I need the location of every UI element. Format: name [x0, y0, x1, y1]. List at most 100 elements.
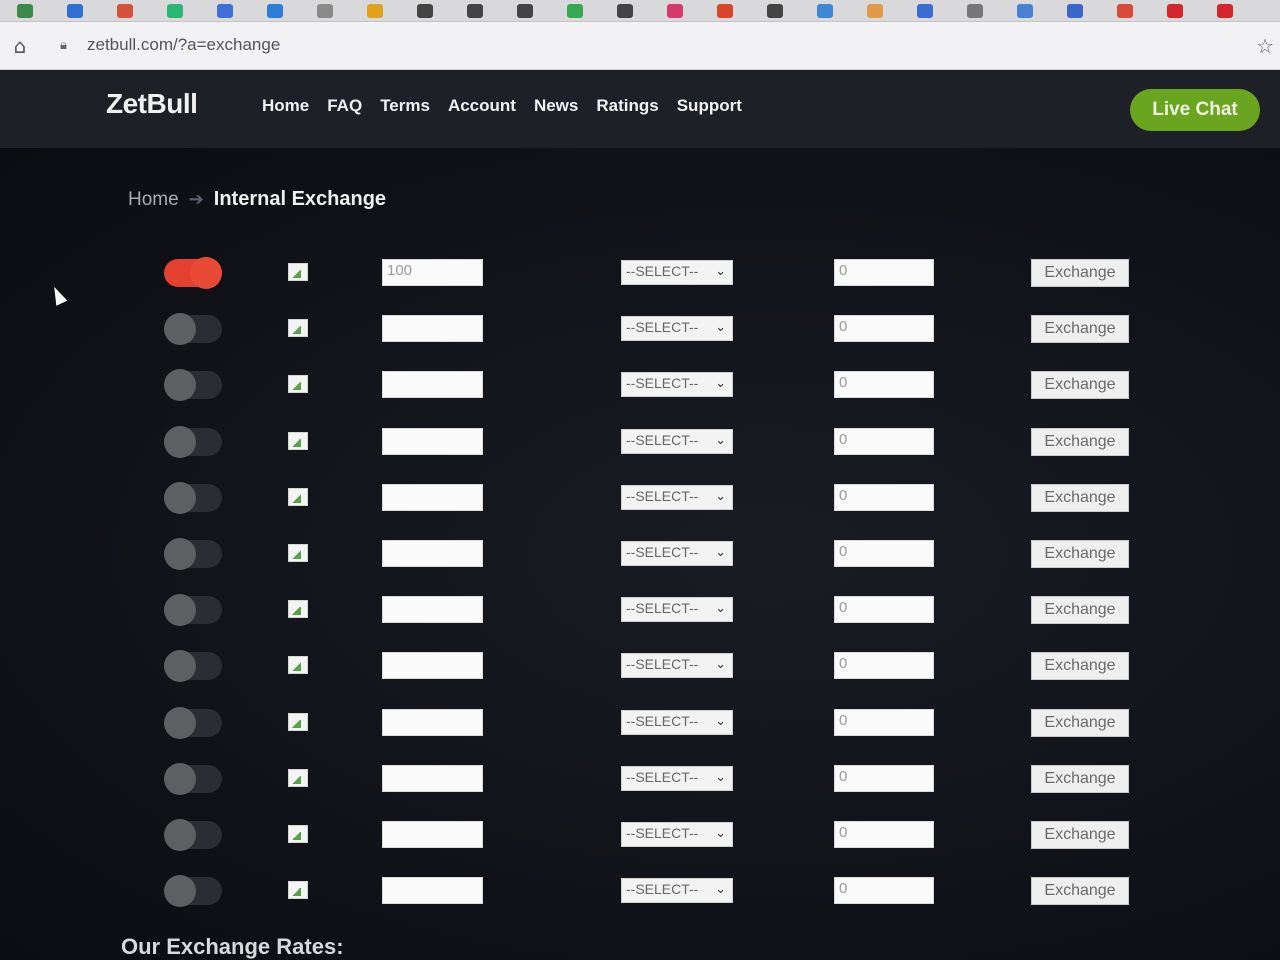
currency-select[interactable]: --SELECT-- ⌄: [621, 710, 733, 735]
exchange-button[interactable]: Exchange: [1031, 821, 1129, 849]
breadcrumb-home[interactable]: Home: [128, 189, 179, 211]
bookmark-favicon-icon[interactable]: [767, 3, 783, 18]
currency-select[interactable]: --SELECT-- ⌄: [621, 260, 733, 285]
currency-toggle[interactable]: [164, 819, 222, 851]
exchange-button[interactable]: Exchange: [1031, 877, 1129, 905]
result-input[interactable]: 0: [834, 371, 934, 398]
bookmark-favicon-icon[interactable]: [117, 3, 133, 18]
site-logo[interactable]: ZetBull: [106, 88, 198, 120]
home-icon[interactable]: ⌂: [8, 34, 32, 58]
amount-input[interactable]: [382, 484, 483, 511]
nav-terms[interactable]: Terms: [380, 96, 430, 116]
lock-icon[interactable]: 🔒︎: [60, 38, 74, 54]
result-input[interactable]: 0: [834, 315, 934, 342]
nav-support[interactable]: Support: [677, 96, 742, 116]
result-input[interactable]: 0: [834, 877, 934, 904]
exchange-button[interactable]: Exchange: [1031, 315, 1129, 343]
currency-toggle[interactable]: [164, 313, 222, 345]
currency-select[interactable]: --SELECT-- ⌄: [621, 766, 733, 791]
bookmark-star-icon[interactable]: ☆: [1256, 34, 1274, 58]
currency-toggle[interactable]: [164, 763, 222, 795]
chevron-down-icon: ⌄: [715, 656, 726, 671]
bookmark-favicon-icon[interactable]: [67, 3, 83, 18]
amount-input[interactable]: [382, 821, 483, 848]
bookmark-favicon-icon[interactable]: [367, 3, 383, 18]
currency-select[interactable]: --SELECT-- ⌄: [621, 372, 733, 397]
amount-input[interactable]: [382, 371, 483, 398]
result-input[interactable]: 0: [834, 484, 934, 511]
result-input[interactable]: 0: [834, 596, 934, 623]
exchange-button[interactable]: Exchange: [1031, 371, 1129, 399]
currency-select[interactable]: --SELECT-- ⌄: [621, 878, 733, 903]
bookmark-favicon-icon[interactable]: [267, 3, 283, 18]
exchange-button[interactable]: Exchange: [1031, 709, 1129, 737]
bookmark-favicon-icon[interactable]: [617, 3, 633, 18]
currency-toggle[interactable]: [164, 594, 222, 626]
bookmark-favicon-icon[interactable]: [817, 3, 833, 18]
exchange-button[interactable]: Exchange: [1031, 596, 1129, 624]
currency-toggle[interactable]: [164, 650, 222, 682]
nav-faq[interactable]: FAQ: [327, 96, 362, 116]
bookmark-favicon-icon[interactable]: [167, 3, 183, 18]
currency-select[interactable]: --SELECT-- ⌄: [621, 429, 733, 454]
bookmark-favicon-icon[interactable]: [1167, 3, 1183, 18]
currency-select[interactable]: --SELECT-- ⌄: [621, 653, 733, 678]
currency-toggle[interactable]: [164, 369, 222, 401]
bookmark-favicon-icon[interactable]: [1067, 3, 1083, 18]
currency-toggle[interactable]: [164, 482, 222, 514]
currency-select[interactable]: --SELECT-- ⌄: [621, 597, 733, 622]
nav-news[interactable]: News: [534, 96, 578, 116]
exchange-button[interactable]: Exchange: [1031, 428, 1129, 456]
exchange-button[interactable]: Exchange: [1031, 652, 1129, 680]
bookmark-favicon-icon[interactable]: [17, 3, 33, 18]
exchange-button[interactable]: Exchange: [1031, 540, 1129, 568]
result-input[interactable]: 0: [834, 652, 934, 679]
url-field[interactable]: zetbull.com/?a=exchange: [87, 35, 280, 55]
bookmark-favicon-icon[interactable]: [667, 3, 683, 18]
currency-select[interactable]: --SELECT-- ⌄: [621, 316, 733, 341]
nav-ratings[interactable]: Ratings: [596, 96, 658, 116]
bookmark-favicon-icon[interactable]: [217, 3, 233, 18]
currency-toggle[interactable]: [164, 538, 222, 570]
bookmark-favicon-icon[interactable]: [967, 3, 983, 18]
exchange-button[interactable]: Exchange: [1031, 765, 1129, 793]
amount-input[interactable]: [382, 540, 483, 567]
bookmark-favicon-icon[interactable]: [1217, 3, 1233, 18]
exchange-button[interactable]: Exchange: [1031, 259, 1129, 287]
amount-input[interactable]: [382, 765, 483, 792]
currency-select[interactable]: --SELECT-- ⌄: [621, 541, 733, 566]
amount-input[interactable]: 100: [382, 259, 483, 286]
exchange-button[interactable]: Exchange: [1031, 484, 1129, 512]
bookmark-favicon-icon[interactable]: [1017, 3, 1033, 18]
bookmark-favicon-icon[interactable]: [917, 3, 933, 18]
bookmark-favicon-icon[interactable]: [867, 3, 883, 18]
currency-select[interactable]: --SELECT-- ⌄: [621, 822, 733, 847]
nav-home[interactable]: Home: [262, 96, 309, 116]
amount-input[interactable]: [382, 709, 483, 736]
result-input[interactable]: 0: [834, 540, 934, 567]
amount-input[interactable]: [382, 596, 483, 623]
currency-select[interactable]: --SELECT-- ⌄: [621, 485, 733, 510]
currency-toggle[interactable]: [164, 257, 222, 289]
bookmark-favicon-icon[interactable]: [1117, 3, 1133, 18]
bookmark-favicon-icon[interactable]: [517, 3, 533, 18]
nav-account[interactable]: Account: [448, 96, 516, 116]
result-input[interactable]: 0: [834, 709, 934, 736]
amount-input[interactable]: [382, 877, 483, 904]
result-input[interactable]: 0: [834, 259, 934, 286]
bookmark-favicon-icon[interactable]: [717, 3, 733, 18]
bookmark-favicon-icon[interactable]: [317, 3, 333, 18]
bookmark-favicon-icon[interactable]: [417, 3, 433, 18]
currency-toggle[interactable]: [164, 426, 222, 458]
amount-input[interactable]: [382, 315, 483, 342]
live-chat-button[interactable]: Live Chat: [1130, 89, 1260, 131]
bookmark-favicon-icon[interactable]: [467, 3, 483, 18]
bookmark-favicon-icon[interactable]: [567, 3, 583, 18]
result-input[interactable]: 0: [834, 765, 934, 792]
result-input[interactable]: 0: [834, 821, 934, 848]
currency-toggle[interactable]: [164, 875, 222, 907]
currency-toggle[interactable]: [164, 707, 222, 739]
result-input[interactable]: 0: [834, 428, 934, 455]
amount-input[interactable]: [382, 652, 483, 679]
amount-input[interactable]: [382, 428, 483, 455]
